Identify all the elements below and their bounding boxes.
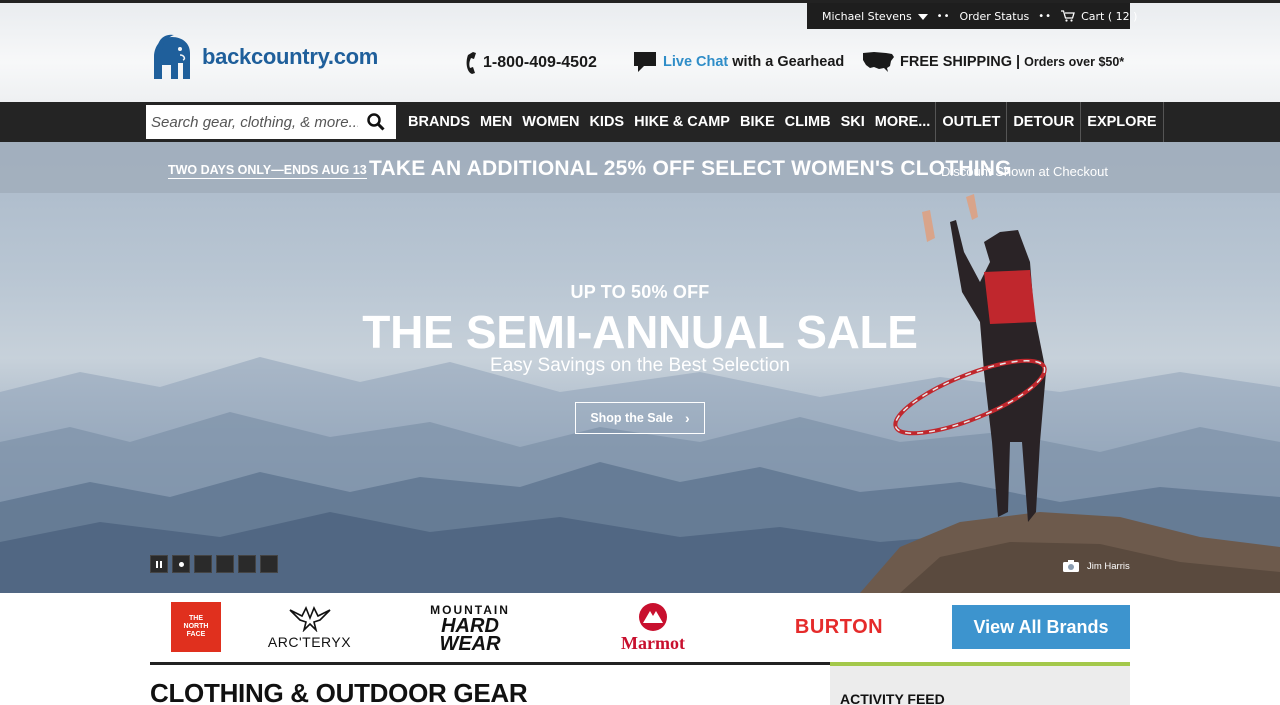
separator: •• [936,10,951,22]
slide-controls [150,555,278,573]
promo-deadline[interactable]: TWO DAYS ONLY—ENDS AUG 13 [168,162,367,179]
utility-bar: Michael Stevens •• Order Status •• Cart … [807,3,1137,29]
view-all-brands-button[interactable]: View All Brands [952,605,1130,649]
nav-item-ski[interactable]: SKI [836,102,870,142]
user-name: Michael Stevens [822,9,912,23]
promo-headline: TAKE AN ADDITIONAL 25% OFF SELECT WOMEN'… [369,157,1012,180]
tnf-text: NORTH [183,623,209,630]
photo-credit: Jim Harris [1063,560,1130,572]
photo-credit-name: Jim Harris [1087,560,1130,572]
nav-item-women[interactable]: WOMEN [517,102,584,142]
nav-item-bike[interactable]: BIKE [735,102,780,142]
brand-mountain-hardwear[interactable]: MOUNTAIN HARD WEAR [418,599,522,657]
shop-the-sale-label: Shop the Sale [590,411,673,425]
brand-the-north-face[interactable]: THE NORTH FACE [171,602,221,652]
cart-icon [1061,10,1075,22]
nav-item-kids[interactable]: KIDS [584,102,629,142]
slide-dot[interactable] [260,555,278,573]
nav-item-outlet[interactable]: OUTLET [935,102,1006,142]
nav-item-brands[interactable]: BRANDS [403,102,475,142]
pause-button[interactable] [150,555,168,573]
live-chat-link[interactable]: Live Chat [663,54,728,70]
nav-item-hike-camp[interactable]: HIKE & CAMP [629,102,735,142]
nav-item-more[interactable]: MORE... [870,102,936,142]
chat-suffix: with a Gearhead [732,54,845,70]
hero-title: THE SEMI-ANNUAL SALE [362,306,918,358]
hero-kicker: UP TO 50% OFF [570,282,710,302]
nav-item-explore[interactable]: EXPLORE [1080,102,1164,142]
arcteryx-text: ARC'TERYX [267,634,352,650]
marmot-emblem-icon [639,603,667,631]
slide-dot[interactable] [216,555,234,573]
logo-text: backcountry.com [202,44,379,69]
usa-map-icon [863,52,894,72]
shipping-detail: Orders over $50* [1024,55,1125,69]
nav-item-climb[interactable]: CLIMB [780,102,836,142]
chat-bubble-icon [634,52,656,72]
account-menu[interactable]: Michael Stevens [822,10,928,23]
brand-arcteryx[interactable]: ARC'TERYX [262,599,357,657]
nav-items: BRANDS MEN WOMEN KIDS HIKE & CAMP BIKE C… [403,102,1164,142]
section-divider [150,662,830,665]
separator: •• [1038,10,1053,22]
live-chat[interactable]: Live Chat with a Gearhead [632,51,844,73]
activity-feed-title: ACTIVITY FEED [840,691,945,705]
free-shipping[interactable]: FREE SHIPPING | Orders over $50* [862,51,1124,73]
search-icon [367,113,385,131]
cart-label: Cart ( 12 ) [1081,9,1138,23]
hero-banner[interactable]: TWO DAYS ONLY—ENDS AUG 13 TAKE AN ADDITI… [0,142,1280,593]
search-box [146,105,396,139]
marmot-text: Marmot [621,633,685,653]
phone-icon [466,52,476,74]
slide-dot[interactable] [238,555,256,573]
site-logo[interactable]: backcountry.com [150,33,378,81]
order-status-link[interactable]: Order Status [959,10,1029,23]
nav-item-men[interactable]: MEN [475,102,517,142]
phone-number: 1-800-409-4502 [483,54,597,71]
main-nav: BRANDS MEN WOMEN KIDS HIKE & CAMP BIKE C… [0,102,1280,142]
brand-burton[interactable]: BURTON [787,613,891,641]
section-title: CLOTHING & OUTDOOR GEAR [150,678,528,705]
shop-the-sale-button[interactable]: Shop the Sale › [575,402,705,434]
slide-dot[interactable] [194,555,212,573]
camera-icon [1063,560,1079,572]
promo-strip[interactable]: TWO DAYS ONLY—ENDS AUG 13 TAKE AN ADDITI… [0,142,1280,193]
search-input[interactable] [146,107,358,137]
phone-contact[interactable]: 1-800-409-4502 [464,51,597,75]
burton-text: BURTON [794,615,884,638]
cart-link[interactable]: Cart ( 12 ) [1061,10,1137,23]
chevron-down-icon [917,13,928,20]
brand-marmot[interactable]: Marmot [603,599,703,657]
pause-icon [156,560,162,568]
tnf-text: THE [189,615,203,622]
mhw-text: WEAR [439,633,501,655]
nav-item-detour[interactable]: DETOUR [1006,102,1080,142]
search-button[interactable] [358,105,394,139]
site-header: Michael Stevens •• Order Status •• Cart … [0,3,1280,102]
chevron-right-icon: › [684,410,690,426]
brand-strip: THE NORTH FACE ARC'TERYX MOUNTAIN HARD W… [0,593,1280,663]
promo-note: Discount Shown at Checkout [941,164,1108,179]
hero-copy: UP TO 50% OFF THE SEMI-ANNUAL SALE Easy … [340,282,940,434]
slide-dot[interactable] [172,555,190,573]
arcteryx-bird-icon [288,606,331,632]
shipping-main: FREE SHIPPING | [900,54,1021,70]
tnf-text: FACE [186,631,206,638]
goat-logo-icon [154,34,190,79]
activity-feed-panel: ACTIVITY FEED [830,662,1130,705]
